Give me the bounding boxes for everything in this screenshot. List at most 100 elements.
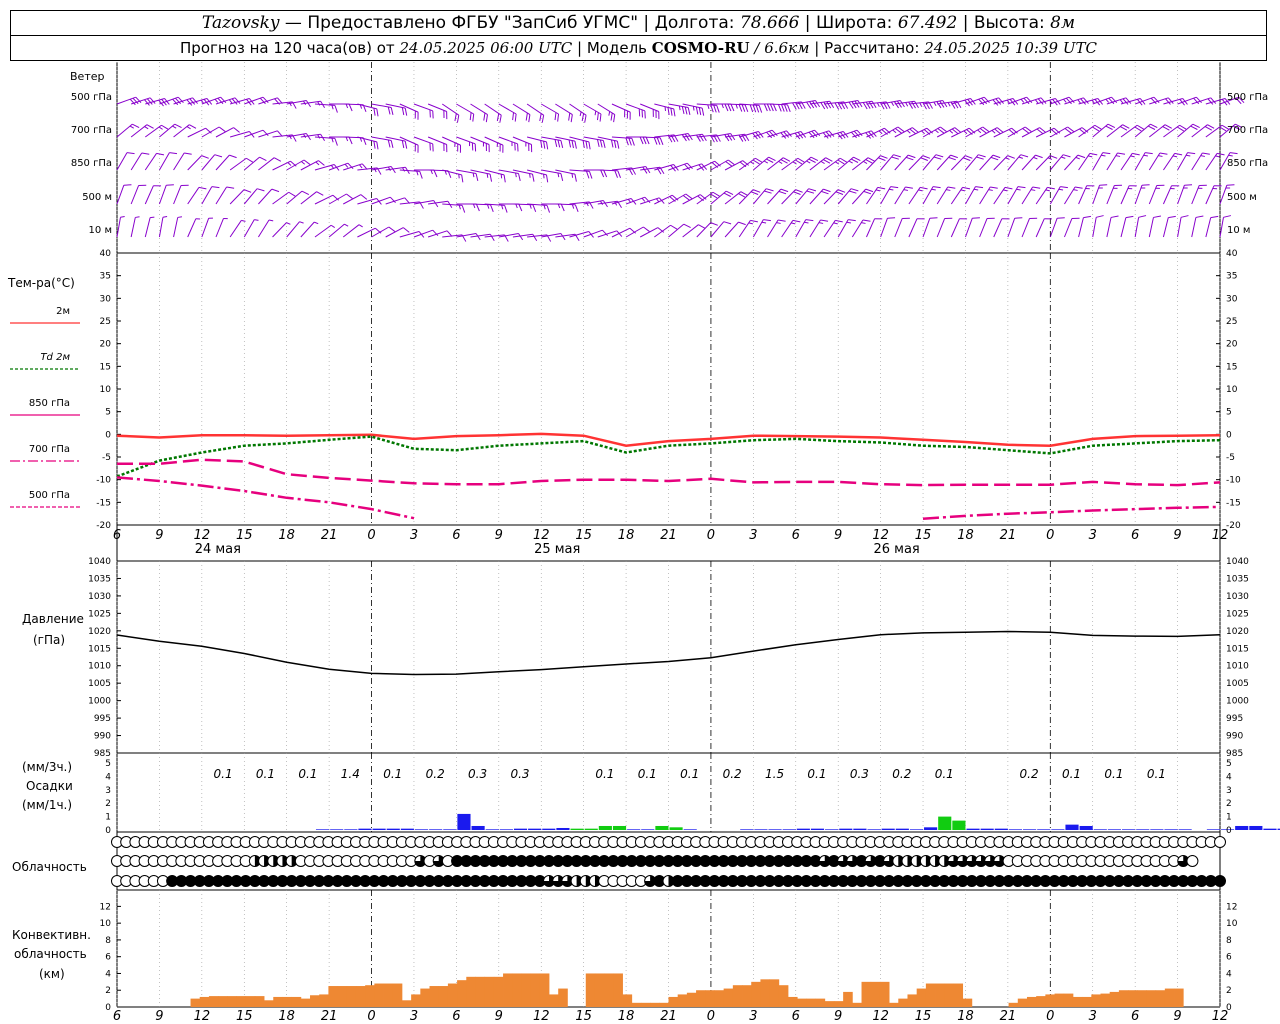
- wind-barb: [470, 233, 495, 241]
- wind-barb: [1064, 127, 1089, 138]
- hour-tick-label: 0: [1046, 528, 1054, 543]
- wind-barb-feather: [432, 143, 434, 152]
- wind-barb-feather: [169, 152, 178, 155]
- wind-barb-feather: [546, 205, 551, 213]
- precip-bar: [1107, 829, 1122, 830]
- wind-barb-feather: [681, 106, 685, 114]
- convective-bar: [218, 996, 228, 1007]
- wind-barb-feather: [642, 136, 647, 145]
- wind-level-label-right: 10 м: [1227, 225, 1250, 236]
- conv-title-1: Конвективн.: [12, 928, 91, 942]
- wind-barb-feather: [518, 173, 521, 182]
- convective-bar: [870, 981, 881, 1007]
- wind-barb-staff: [116, 217, 121, 238]
- wind-barb-half-feather: [344, 223, 349, 227]
- wind-barb-feather: [1114, 184, 1122, 186]
- wind-barb: [866, 218, 883, 238]
- hour-tick-label: 15: [575, 528, 592, 543]
- wind-barb: [1205, 215, 1219, 238]
- precip-bar: [1150, 829, 1164, 830]
- pressure-tick-right: 1020: [1226, 627, 1249, 637]
- wind-barb: [257, 219, 274, 238]
- wind-barb-half-feather: [314, 221, 319, 225]
- wind-barb-feather: [574, 174, 577, 182]
- wind-barb-feather: [417, 112, 419, 120]
- wind-barb: [1120, 185, 1137, 205]
- wind-barb-feather: [301, 190, 310, 196]
- wind-barb-feather: [1195, 215, 1204, 218]
- hour-tick-label-bottom: 6: [1131, 1009, 1139, 1024]
- convective-bar: [1100, 993, 1111, 1007]
- precip-bar: [909, 829, 924, 830]
- wind-barb-feather: [243, 189, 252, 193]
- precip-bar: [1249, 825, 1263, 830]
- wind-barb-staff: [201, 218, 210, 238]
- precip-3h-sum: 0.1: [383, 767, 402, 781]
- wind-barb-half-feather: [289, 134, 292, 140]
- wind-barb-feather: [271, 188, 280, 193]
- wind-barb-half-feather: [289, 101, 292, 107]
- wind-barb-staff: [1219, 217, 1224, 238]
- precip-3h-sum: 0.1: [256, 767, 275, 781]
- hour-tick-label: 12: [872, 528, 889, 543]
- wind-barb: [243, 188, 265, 205]
- wind-barb-feather: [710, 222, 718, 226]
- wind-barb-staff: [116, 152, 128, 171]
- hour-tick-label-bottom: 18: [957, 1009, 974, 1024]
- wind-barb: [399, 169, 423, 179]
- pressure-tick-left: 1040: [88, 557, 111, 567]
- pressure-tick-left: 1035: [88, 574, 111, 584]
- convective-bar: [549, 994, 559, 1007]
- wind-barb: [795, 156, 819, 171]
- wind-barb: [158, 152, 178, 171]
- wind-barb-feather: [602, 200, 608, 208]
- precip-3h-sum: 0.3: [468, 767, 487, 781]
- date-label: 25 мая: [534, 542, 580, 557]
- wind-barb-staff: [357, 227, 376, 238]
- wind-barb-staff: [724, 221, 739, 238]
- wind-barb-feather: [940, 126, 947, 132]
- hour-tick-label-bottom: 3: [1089, 1009, 1097, 1024]
- hour-tick-label: 6: [113, 528, 121, 543]
- wind-barb: [300, 160, 325, 171]
- wind-barb-feather: [184, 152, 192, 155]
- wind-barb: [710, 190, 734, 205]
- wind-barb-feather: [226, 186, 235, 189]
- precip-3h-sum: 0.2: [892, 767, 911, 781]
- precip-3h-sum: 0.1: [214, 767, 233, 781]
- wind-barb: [837, 156, 861, 171]
- wind-barb-feather: [588, 141, 591, 150]
- wind-barb-feather: [387, 139, 391, 148]
- wind-barb: [965, 186, 984, 205]
- wind-barb-feather: [503, 174, 506, 183]
- wind-barb: [243, 156, 267, 171]
- wind-barb-feather: [489, 174, 493, 182]
- temp-tick-right: 0: [1226, 430, 1232, 440]
- wind-barb-half-feather: [1077, 99, 1081, 104]
- wind-barb-feather: [571, 140, 574, 149]
- wind-barb-staff: [894, 186, 906, 205]
- precip-tick-right: 0: [1226, 826, 1232, 836]
- wind-barb-feather: [972, 217, 980, 219]
- precip-bar: [782, 829, 796, 830]
- wind-barb: [1149, 97, 1174, 105]
- convective-bar: [714, 990, 725, 1007]
- wind-barb-feather: [656, 137, 661, 145]
- precip-bar: [414, 829, 429, 830]
- convective-bar: [190, 998, 201, 1007]
- wind-barb: [1162, 185, 1180, 205]
- wind-barb-feather: [959, 218, 968, 220]
- wind-barb-staff: [753, 156, 769, 171]
- convective-bar: [475, 976, 486, 1007]
- precip-bar: [400, 828, 414, 830]
- precip-bar: [471, 825, 485, 830]
- wind-barb-staff: [1035, 127, 1055, 138]
- wind-barb: [866, 155, 888, 171]
- wind-barb-feather: [1210, 215, 1219, 219]
- wind-barb: [795, 129, 821, 139]
- wind-barb-staff: [1021, 218, 1030, 238]
- wind-barb-staff: [1134, 185, 1143, 205]
- wind-barb-half-feather: [458, 205, 461, 210]
- wind-barb-feather: [629, 112, 631, 120]
- wind-barb-staff: [215, 186, 228, 205]
